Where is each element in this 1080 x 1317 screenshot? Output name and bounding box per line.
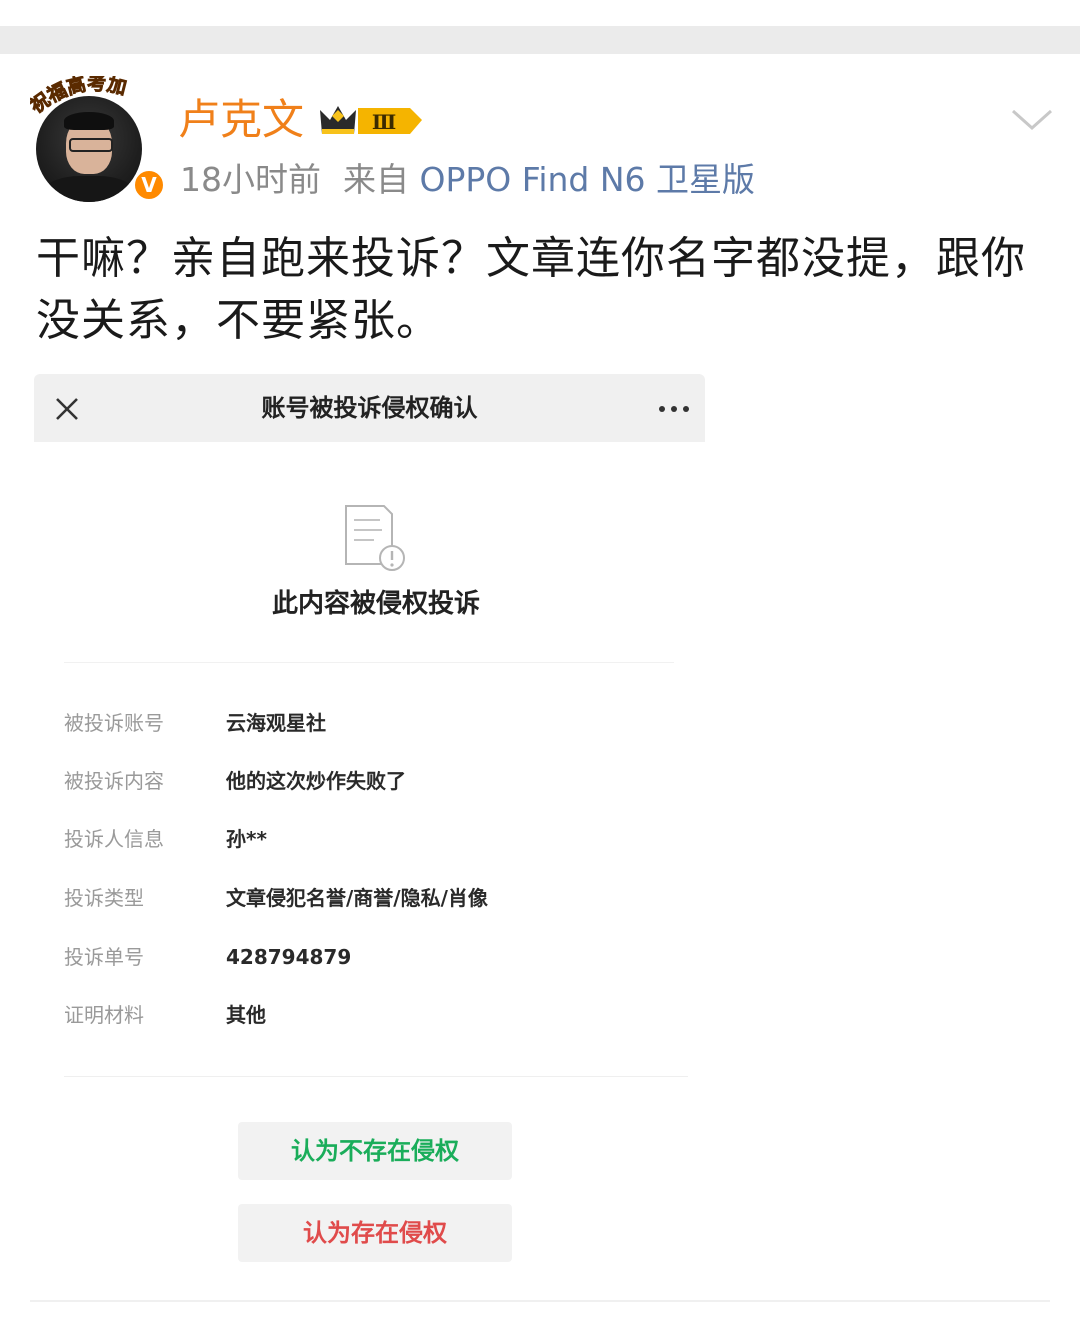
info-label: 证明材料 <box>64 1003 144 1027</box>
info-value: 其他 <box>226 1003 266 1027</box>
info-row: 证明材料 其他 <box>64 997 684 1033</box>
info-value: 云海观星社 <box>226 711 326 735</box>
post-meta: 18小时前 来自 OPPO Find N6 卫星版 <box>180 158 755 202</box>
notice-title: 此内容被侵权投诉 <box>271 589 480 619</box>
info-value: 文章侵犯名誉/商誉/隐私/肖像 <box>226 886 488 910</box>
infringement-button[interactable]: 认为存在侵权 <box>238 1204 512 1262</box>
verified-icon: V <box>132 168 166 202</box>
top-band <box>0 0 1080 54</box>
info-label: 被投诉内容 <box>64 769 164 793</box>
info-label: 投诉类型 <box>64 886 144 910</box>
bottom-divider <box>30 1300 1050 1302</box>
post-body: 干嘛？亲自跑来投诉？文章连你名字都没提，跟你没关系，不要紧张。 <box>36 233 1026 346</box>
info-label: 投诉单号 <box>64 945 144 969</box>
info-row: 投诉人信息 孙** <box>64 821 684 857</box>
info-value: 孙** <box>226 827 267 851</box>
avatar-container[interactable]: 祝福高考加 V <box>26 72 166 204</box>
info-value: 428794879 <box>226 945 352 969</box>
info-value: 他的这次炒作失败了 <box>226 769 406 793</box>
info-label: 投诉人信息 <box>64 827 164 851</box>
vip-level-label: Ⅲ <box>372 110 396 134</box>
embedded-screenshot: 账号被投诉侵权确认 此内容被侵权投诉 被投诉账号 云海观星社 被投诉内容 他的这… <box>34 374 705 1274</box>
no-infringement-button[interactable]: 认为不存在侵权 <box>238 1122 512 1180</box>
device-link[interactable]: OPPO Find N6 卫星版 <box>420 160 756 199</box>
info-row: 投诉类型 文章侵犯名誉/商誉/隐私/肖像 <box>64 880 684 916</box>
source-prefix: 来自 <box>343 160 409 199</box>
screenshot-title: 账号被投诉侵权确认 <box>261 394 478 422</box>
chevron-down-icon[interactable] <box>1010 106 1054 134</box>
gray-separator <box>0 26 1080 54</box>
info-row: 被投诉内容 他的这次炒作失败了 <box>64 763 684 799</box>
info-label: 被投诉账号 <box>64 711 164 735</box>
divider <box>64 662 674 663</box>
more-icon[interactable] <box>658 404 690 414</box>
info-row: 投诉单号 428794879 <box>64 939 684 975</box>
document-warning-icon <box>345 505 405 571</box>
post-time: 18小时前 <box>180 160 321 199</box>
divider <box>64 1076 688 1077</box>
info-row: 被投诉账号 云海观星社 <box>64 705 684 741</box>
avatar[interactable] <box>36 96 142 202</box>
crown-icon[interactable]: Ⅲ <box>316 100 426 140</box>
author-name[interactable]: 卢克文 <box>178 92 304 148</box>
